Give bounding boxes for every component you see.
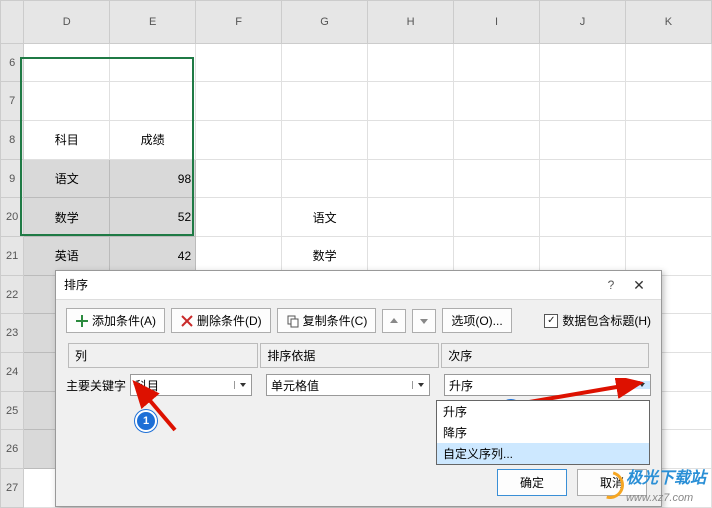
col-header: 排序依据 [260, 343, 439, 368]
cell[interactable]: 52 [110, 198, 196, 237]
cell[interactable]: 成绩 [110, 121, 196, 160]
col-G[interactable]: G [282, 1, 368, 44]
primary-key-label: 主要关键字 [66, 377, 128, 394]
dialog-title: 排序 [64, 271, 597, 299]
checkbox-label: 数据包含标题(H) [562, 312, 651, 329]
cell[interactable]: 数学 [24, 198, 110, 237]
cell[interactable]: 98 [110, 159, 196, 198]
cell[interactable]: 语文 [282, 198, 368, 237]
header-checkbox[interactable]: ✓ 数据包含标题(H) [544, 312, 651, 329]
column-headers[interactable]: D E F G H I J K [1, 1, 712, 44]
delete-level-button[interactable]: 删除条件(D) [171, 308, 271, 333]
move-down-button[interactable] [412, 309, 436, 333]
cell[interactable]: 语文 [24, 159, 110, 198]
checkbox-icon: ✓ [544, 314, 558, 328]
row-hdr[interactable]: 8 [1, 121, 24, 160]
col-J[interactable]: J [539, 1, 625, 44]
sort-order-dropdown[interactable]: 升序 降序 自定义序列... [436, 400, 650, 465]
watermark-url: www.xz7.com [626, 492, 693, 504]
row-hdr[interactable]: 25 [1, 391, 24, 430]
watermark: 极光下载站 www.xz7.com [596, 464, 706, 506]
ok-button[interactable]: 确定 [497, 469, 567, 496]
dropdown-option-desc[interactable]: 降序 [437, 422, 649, 443]
col-F[interactable]: F [196, 1, 282, 44]
x-icon [180, 314, 194, 328]
col-E[interactable]: E [110, 1, 196, 44]
dropdown-option-custom[interactable]: 自定义序列... [437, 443, 649, 464]
col-I[interactable]: I [454, 1, 540, 44]
row-hdr[interactable]: 20 [1, 198, 24, 237]
watermark-text: 极光下载站 [626, 470, 706, 487]
annotation-badge-1: 1 [135, 410, 157, 432]
col-H[interactable]: H [368, 1, 454, 44]
chevron-down-icon [633, 381, 650, 389]
row-hdr[interactable]: 6 [1, 43, 24, 82]
sort-column-combo[interactable]: 科目 [130, 374, 252, 396]
sort-order-combo[interactable]: 升序 [444, 374, 651, 396]
chevron-down-icon [412, 381, 429, 389]
row-hdr[interactable]: 23 [1, 314, 24, 353]
sort-dialog: 排序 ? ✕ 添加条件(A) 删除条件(D) 复制条件(C) 选项(O)... … [55, 270, 662, 507]
row-hdr[interactable]: 21 [1, 237, 24, 276]
sort-basis-combo[interactable]: 单元格值 [266, 374, 430, 396]
row-hdr[interactable]: 7 [1, 82, 24, 121]
row-hdr[interactable]: 22 [1, 275, 24, 314]
add-level-button[interactable]: 添加条件(A) [66, 308, 165, 333]
move-up-button[interactable] [382, 309, 406, 333]
help-icon[interactable]: ? [597, 271, 625, 299]
row-hdr[interactable]: 9 [1, 159, 24, 198]
close-icon[interactable]: ✕ [625, 271, 653, 299]
swoosh-icon [591, 466, 629, 504]
options-button[interactable]: 选项(O)... [442, 308, 511, 333]
col-header: 次序 [441, 343, 649, 368]
row-hdr[interactable]: 24 [1, 353, 24, 392]
dropdown-option-asc[interactable]: 升序 [437, 401, 649, 422]
col-header: 列 [68, 343, 258, 368]
cell[interactable]: 科目 [24, 121, 110, 160]
col-K[interactable]: K [625, 1, 711, 44]
copy-icon [286, 314, 300, 328]
sort-columns-header: 列 排序依据 次序 [66, 341, 651, 370]
row-hdr[interactable]: 26 [1, 430, 24, 469]
copy-level-button[interactable]: 复制条件(C) [277, 308, 377, 333]
col-D[interactable]: D [24, 1, 110, 44]
row-hdr[interactable]: 27 [1, 469, 24, 508]
chevron-down-icon [234, 381, 251, 389]
plus-icon [75, 314, 89, 328]
